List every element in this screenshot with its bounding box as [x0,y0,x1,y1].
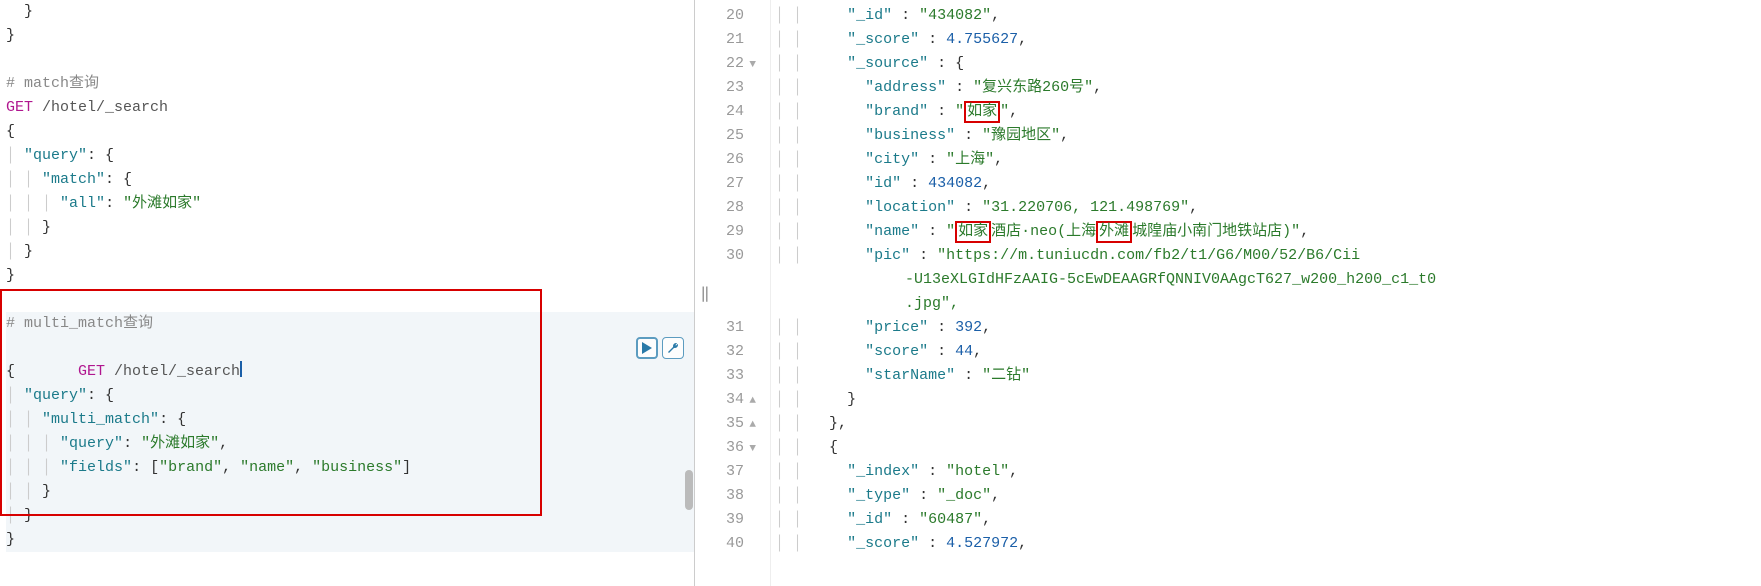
play-icon [642,342,652,354]
query-options-button[interactable] [662,337,684,359]
code-line[interactable]: │ } [6,240,694,264]
json-line[interactable]: │ │ "city" : "上海", [775,148,1761,172]
run-query-button[interactable] [636,337,658,359]
json-line[interactable]: │ │ "price" : 392, [775,316,1761,340]
code-line[interactable]: } [6,24,694,48]
code-line[interactable]: } [6,528,694,552]
blank-line [6,48,694,72]
match-highlight: 如家 [955,221,991,243]
wrench-icon [666,341,680,355]
response-body[interactable]: │ │ "_type" : "_doc", │ │ "_id" : "43408… [771,0,1761,586]
json-line[interactable]: │ │ "score" : 44, [775,340,1761,364]
json-line[interactable]: │ │ "address" : "复兴东路260号", [775,76,1761,100]
json-line[interactable]: │ │ }, [775,412,1761,436]
json-line[interactable]: │ │ "_score" : 4.527972, [775,532,1761,556]
scrollbar-thumb[interactable] [685,470,693,510]
splitter-handle-icon: ‖ [700,284,709,303]
json-line[interactable]: │ │ "location" : "31.220706, 121.498769"… [775,196,1761,220]
json-line[interactable]: │ │ "id" : 434082, [775,172,1761,196]
json-line[interactable]: │ │ "pic" : "https://m.tuniucdn.com/fb2/… [775,244,1761,268]
request-line[interactable]: GET /hotel/_search [6,96,694,120]
code-line[interactable]: { [6,120,694,144]
json-line[interactable]: │ │ "_source" : { [775,52,1761,76]
code-line[interactable]: } [6,264,694,288]
code-line[interactable]: │ "query": { [6,144,694,168]
code-line[interactable]: } [6,0,694,24]
match-highlight: 如家 [964,101,1000,123]
json-line[interactable]: │ │ "_type" : "_doc", [775,484,1761,508]
json-line[interactable]: │ │ "_score" : 4.755627, [775,28,1761,52]
pane-splitter[interactable]: ‖ [695,0,715,586]
json-line[interactable]: │ │ "_id" : "60487", [775,508,1761,532]
json-line[interactable]: │ │ "_index" : "hotel", [775,460,1761,484]
request-actions [636,337,684,359]
json-line[interactable]: │ │ "brand" : "如家", [775,100,1761,124]
code-line[interactable]: │ │ │ "all": "外滩如家" [6,192,694,216]
json-line[interactable]: │ │ "name" : "如家酒店·neo(上海外滩城隍庙小南门地铁站店)", [775,220,1761,244]
json-line[interactable]: │ │ "business" : "豫园地区", [775,124,1761,148]
json-line[interactable]: .jpg", [775,292,1761,316]
comment-line: # match查询 [6,72,694,96]
json-line[interactable]: -U13eXLGIdHFzAAIG-5cEwDEAAGRfQNNIV0AAgcT… [775,268,1761,292]
response-viewer-pane[interactable]: 19202122▼2324252627282930 31323334▲35▲36… [715,0,1761,586]
request-editor-pane[interactable]: } } # match查询 GET /hotel/_search {│ "que… [0,0,695,586]
code-line[interactable]: │ │ "match": { [6,168,694,192]
json-line[interactable]: │ │ { [775,436,1761,460]
code-line[interactable]: │ │ } [6,216,694,240]
json-line[interactable]: │ │ "starName" : "二钻" [775,364,1761,388]
json-line[interactable]: │ │ "_id" : "434082", [775,4,1761,28]
annotation-highlight-box [0,289,542,516]
json-line[interactable]: │ │ } [775,388,1761,412]
line-number-gutter: 19202122▼2324252627282930 31323334▲35▲36… [715,0,771,586]
match-highlight: 外滩 [1096,221,1132,243]
